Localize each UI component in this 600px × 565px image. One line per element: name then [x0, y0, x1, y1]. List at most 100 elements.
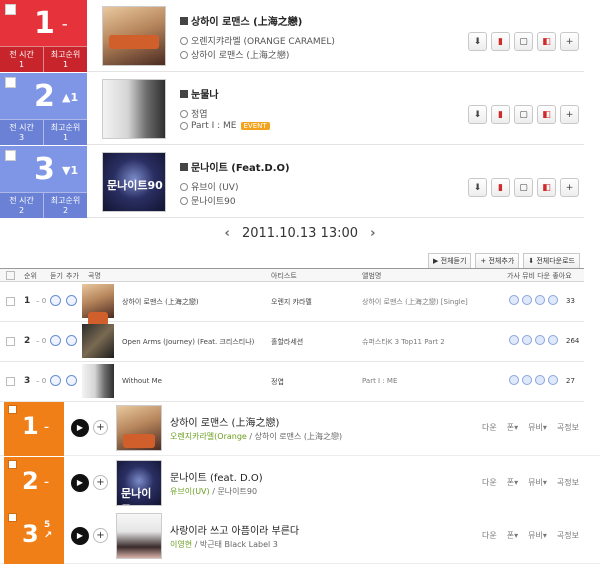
play-button[interactable]: ▶	[71, 527, 89, 545]
download-button[interactable]: 다운	[482, 530, 497, 541]
album-name[interactable]: 상하이 로맨스 (上海之戀)	[255, 432, 343, 441]
add-button[interactable]: +	[93, 528, 108, 543]
album-thumb[interactable]	[82, 324, 114, 358]
artist-line[interactable]: 오렌지캬라멜 (ORANGE CARAMEL)	[180, 34, 335, 47]
mv-button[interactable]: ▢	[514, 178, 533, 197]
download-all-button[interactable]: ⬇ 전체다운로드	[523, 253, 580, 269]
mv-icon[interactable]	[522, 375, 532, 385]
play-icon[interactable]	[50, 335, 61, 346]
phone-button[interactable]: ▮	[491, 105, 510, 124]
next-date-button[interactable]: ›	[370, 226, 375, 241]
album-name[interactable]: 상하이 로맨스 (上海之戀) [Single]	[362, 297, 468, 307]
artist-name[interactable]: 오렌지 캬라멜	[271, 297, 312, 307]
add-button[interactable]: +	[560, 32, 579, 51]
add-icon[interactable]	[66, 335, 77, 346]
add-icon[interactable]	[66, 375, 77, 386]
album-cover[interactable]	[102, 79, 166, 139]
mv-icon[interactable]	[522, 335, 532, 345]
artist-name[interactable]: 정엽	[271, 377, 284, 387]
album-line[interactable]: 문나이트90	[180, 194, 236, 207]
row-checkbox[interactable]	[8, 405, 17, 414]
play-icon[interactable]	[50, 375, 61, 386]
download-icon[interactable]	[535, 295, 545, 305]
ringtone-button[interactable]: ◧	[537, 32, 556, 51]
like-icon[interactable]	[548, 335, 558, 345]
play-icon[interactable]	[50, 295, 61, 306]
event-badge[interactable]: EVENT	[240, 122, 270, 130]
album-line[interactable]: 상하이 로맨스 (上海之戀)	[180, 48, 289, 61]
song-info-button[interactable]: 곡정보	[557, 422, 579, 433]
phone-button[interactable]: ▮	[491, 32, 510, 51]
phone-button[interactable]: ▮	[491, 178, 510, 197]
phone-button[interactable]: 폰▾	[507, 530, 518, 541]
row-checkbox[interactable]	[6, 337, 15, 346]
like-icon[interactable]	[548, 295, 558, 305]
album-name[interactable]: 문나이트90	[217, 487, 257, 496]
download-button[interactable]: ⬇	[468, 32, 487, 51]
row-checkbox[interactable]	[8, 460, 17, 469]
song-info-button[interactable]: 곡정보	[557, 530, 579, 541]
album-line[interactable]: Part I : ME EVENT	[180, 121, 270, 131]
play-all-button[interactable]: ▶ 전체듣기	[428, 253, 472, 269]
row-checkbox[interactable]	[5, 77, 16, 88]
artist-name[interactable]: 오렌지카라멜(Orange	[170, 432, 247, 441]
album-name[interactable]: 슈퍼스타K 3 Top11 Part 2	[362, 337, 445, 347]
download-button[interactable]: 다운	[482, 422, 497, 433]
song-info-button[interactable]: 곡정보	[557, 477, 579, 488]
album-name[interactable]: 박근태 Black Label 3	[200, 540, 278, 549]
song-title[interactable]: 상하이 로맨스 (上海之戀)	[170, 414, 279, 429]
mv-button[interactable]: 뮤비▾	[528, 422, 547, 433]
artist-name[interactable]: 이영현	[170, 540, 192, 549]
album-thumb[interactable]	[116, 460, 162, 506]
like-icon[interactable]	[548, 375, 558, 385]
song-title[interactable]: 문나이트 (Feat.D.O)	[180, 159, 290, 174]
phone-button[interactable]: 폰▾	[507, 422, 518, 433]
artist-line[interactable]: 정엽	[180, 107, 208, 120]
ringtone-button[interactable]: ◧	[537, 178, 556, 197]
download-icon[interactable]	[535, 375, 545, 385]
mv-button[interactable]: 뮤비▾	[528, 477, 547, 488]
song-title[interactable]: Without Me	[122, 377, 162, 385]
song-title[interactable]: 상하이 로맨스 (上海之戀)	[180, 13, 302, 28]
lyrics-icon[interactable]	[509, 375, 519, 385]
song-title[interactable]: 문나이트 (feat. D.O)	[170, 469, 263, 484]
mv-button[interactable]: 뮤비▾	[528, 530, 547, 541]
row-checkbox[interactable]	[6, 377, 15, 386]
album-cover[interactable]	[102, 6, 166, 66]
play-button[interactable]: ▶	[71, 474, 89, 492]
song-title[interactable]: 상하이 로맨스 (上海之戀)	[122, 297, 199, 307]
download-button[interactable]: ⬇	[468, 178, 487, 197]
add-button[interactable]: +	[93, 475, 108, 490]
row-checkbox[interactable]	[8, 513, 17, 522]
download-button[interactable]: ⬇	[468, 105, 487, 124]
row-checkbox[interactable]	[5, 4, 16, 15]
album-name[interactable]: Part I : ME	[362, 377, 397, 385]
download-icon[interactable]	[535, 335, 545, 345]
add-icon[interactable]	[66, 295, 77, 306]
prev-date-button[interactable]: ‹	[224, 226, 229, 241]
lyrics-icon[interactable]	[509, 295, 519, 305]
song-title[interactable]: 사랑이라 쓰고 아픔이라 부른다	[170, 522, 299, 537]
play-button[interactable]: ▶	[71, 419, 89, 437]
phone-button[interactable]: 폰▾	[507, 477, 518, 488]
album-thumb[interactable]	[82, 364, 114, 398]
song-title[interactable]: 눈물나	[180, 86, 219, 101]
mv-icon[interactable]	[522, 295, 532, 305]
download-button[interactable]: 다운	[482, 477, 497, 488]
add-button[interactable]: +	[560, 105, 579, 124]
add-all-button[interactable]: + 전체추가	[475, 253, 520, 269]
row-checkbox[interactable]	[6, 297, 15, 306]
row-checkbox[interactable]	[5, 150, 16, 161]
artist-name[interactable]: 홀할라세션	[271, 337, 303, 347]
album-thumb[interactable]	[82, 284, 114, 326]
artist-line[interactable]: 유브이 (UV)	[180, 180, 238, 193]
mv-button[interactable]: ▢	[514, 32, 533, 51]
add-button[interactable]: +	[93, 420, 108, 435]
mv-button[interactable]: ▢	[514, 105, 533, 124]
artist-name[interactable]: 유브이(UV)	[170, 487, 210, 496]
select-all-checkbox[interactable]	[6, 271, 15, 280]
add-button[interactable]: +	[560, 178, 579, 197]
lyrics-icon[interactable]	[509, 335, 519, 345]
album-cover[interactable]	[102, 152, 166, 212]
ringtone-button[interactable]: ◧	[537, 105, 556, 124]
